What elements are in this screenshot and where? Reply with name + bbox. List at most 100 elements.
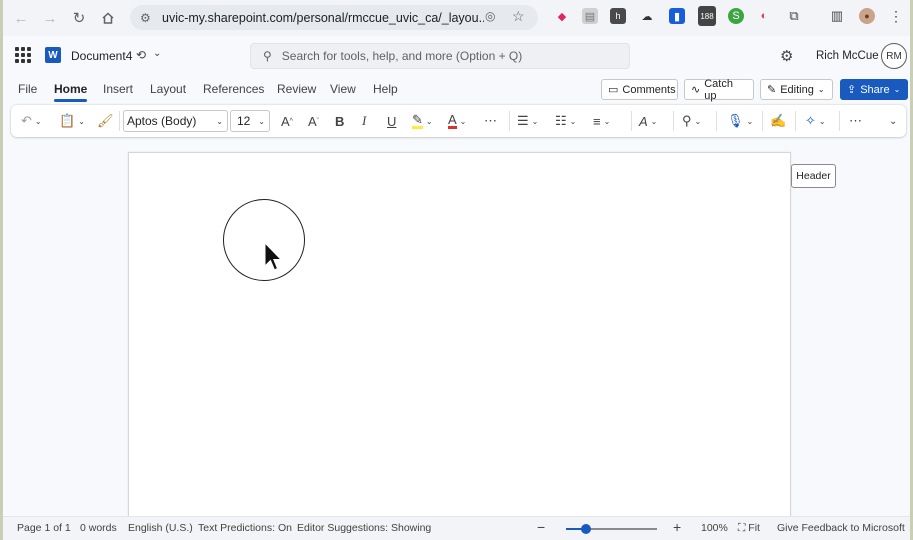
reload-icon[interactable]: ↻ [65, 4, 93, 32]
zoom-out-button[interactable]: − [537, 519, 545, 535]
address-bar[interactable]: ⚙ uvic-my.sharepoint.com/personal/rmccue… [130, 5, 538, 30]
bullets-icon[interactable]: ☰ ⌄ [517, 112, 538, 130]
browser-window: ← → ↻ ⚙ uvic-my.sharepoint.com/personal/… [0, 0, 913, 540]
document-page[interactable] [128, 152, 791, 522]
calendar-ext-icon[interactable]: 188 [698, 6, 716, 26]
avatar[interactable]: RM [881, 43, 907, 69]
ribbon-tabs: File Home Insert Layout References Revie… [3, 76, 910, 102]
catch-up-label: Catch up [704, 77, 733, 102]
tab-references[interactable]: References [203, 82, 264, 96]
format-painter-icon[interactable]: 🖌 [97, 112, 114, 130]
undo-icon[interactable]: ↶ ⌄ [21, 112, 42, 130]
text-predictions-status[interactable]: Text Predictions: On [198, 522, 292, 534]
tab-insert[interactable]: Insert [103, 82, 133, 96]
search-box[interactable]: ⚲ Search for tools, help, and more (Opti… [250, 43, 630, 69]
pulse-icon: ∿ [691, 84, 701, 96]
zoom-level[interactable]: 100% [701, 522, 728, 534]
sync-status-icon[interactable]: ⟲ [136, 48, 146, 62]
font-size-select[interactable]: 12 ⌄ [230, 110, 270, 132]
catch-up-button[interactable]: ∿ Catch up [684, 77, 754, 102]
grammar-ext-icon[interactable]: S [728, 8, 744, 24]
divider [839, 111, 840, 131]
styles-icon[interactable]: A ⌄ [639, 112, 657, 130]
word-count[interactable]: 0 words [80, 522, 117, 534]
tab-help[interactable]: Help [373, 82, 398, 96]
share-label: Share [860, 83, 890, 96]
document-name[interactable]: Document4 [71, 49, 132, 63]
url-text: uvic-my.sharepoint.com/personal/rmccue_u… [162, 10, 484, 25]
puzzle-icon[interactable]: ⧉ [786, 8, 802, 24]
eye-off-icon[interactable]: ◎ [485, 9, 495, 23]
user-name[interactable]: Rich McCue [816, 50, 879, 62]
dictate-microphone-icon[interactable]: 🎙 ⌄ [727, 112, 753, 130]
forward-icon[interactable]: → [36, 4, 64, 32]
fit-icon: ⛶ [738, 522, 746, 534]
chevron-down-icon: ⌄ [258, 117, 265, 126]
divider [795, 111, 796, 131]
header-tooltip: Header [791, 164, 836, 188]
home-icon[interactable] [94, 4, 122, 32]
tab-layout[interactable]: Layout [150, 82, 186, 96]
cloud-icon[interactable]: ☁ [639, 8, 655, 24]
divider [673, 111, 674, 131]
back-icon[interactable]: ← [7, 4, 35, 32]
comments-button[interactable]: ▭ Comments [601, 79, 678, 100]
feedback-link[interactable]: Give Feedback to Microsoft [777, 522, 905, 534]
italic-button[interactable]: I [362, 112, 366, 130]
pencil-icon: ✎ [767, 84, 777, 96]
more-vertical-icon[interactable]: ⋮ [888, 8, 904, 24]
profile-photo-icon[interactable]: ● [859, 8, 875, 24]
share-button[interactable]: ⇪ Share ⌄ [840, 79, 908, 100]
editing-label: Editing [780, 83, 814, 96]
more-horizontal-icon[interactable]: ⋯ [484, 112, 497, 130]
chevron-down-icon[interactable]: ⌄ [153, 48, 161, 59]
video-ext-icon[interactable]: ◐ [756, 8, 772, 24]
tab-review[interactable]: Review [277, 82, 316, 96]
font-family-select[interactable]: Aptos (Body) ⌄ [123, 110, 228, 132]
bitwarden-icon[interactable]: ▮ [669, 8, 685, 24]
pocket-icon[interactable]: ◆ [554, 8, 570, 24]
editing-mode-button[interactable]: ✎ Editing ⌄ [760, 79, 833, 100]
zoom-slider[interactable] [566, 524, 657, 534]
comments-label: Comments [622, 83, 676, 96]
sidebar-icon[interactable]: ▥ [829, 8, 845, 24]
hypothesis-icon[interactable]: h [610, 8, 626, 24]
editor-icon[interactable]: ✍ [770, 112, 786, 130]
editor-suggestions-status[interactable]: Editor Suggestions: Showing [297, 522, 431, 534]
paste-icon[interactable]: 📋 ⌄ [59, 112, 85, 130]
site-settings-icon[interactable]: ⚙ [140, 11, 156, 25]
copilot-wand-icon[interactable]: ✧ ⌄ [805, 112, 826, 130]
shrink-font-icon[interactable]: Aˇ [308, 112, 319, 130]
browser-toolbar: ← → ↻ ⚙ uvic-my.sharepoint.com/personal/… [3, 0, 910, 36]
font-color-icon[interactable]: A ⌄ [448, 112, 466, 130]
numbering-icon[interactable]: ☷ ⌄ [555, 112, 576, 130]
underline-button[interactable]: U [387, 112, 396, 130]
find-icon[interactable]: ⚲ ⌄ [682, 112, 701, 130]
zoom-slider-handle[interactable] [581, 524, 591, 534]
bold-button[interactable]: B [335, 112, 344, 130]
more-horizontal-icon[interactable]: ⋯ [849, 112, 862, 130]
tab-home[interactable]: Home [54, 82, 88, 102]
document-canvas: Header [3, 140, 910, 522]
search-placeholder: Search for tools, help, and more (Option… [281, 49, 523, 63]
collapse-ribbon-icon[interactable]: ⌄ [889, 112, 897, 130]
fit-button[interactable]: ⛶ Fit [738, 522, 760, 535]
chevron-down-icon: ⌄ [817, 85, 825, 94]
divider [762, 111, 763, 131]
comment-icon: ▭ [608, 84, 619, 96]
grow-font-icon[interactable]: A ^ [281, 112, 293, 130]
page-count[interactable]: Page 1 of 1 [17, 522, 71, 534]
tab-view[interactable]: View [330, 82, 356, 96]
bookmark-star-icon[interactable]: ☆ [512, 8, 525, 25]
align-icon[interactable]: ≡ ⌄ [593, 112, 610, 130]
tab-file[interactable]: File [18, 82, 37, 96]
zoom-in-button[interactable]: + [673, 519, 681, 535]
mouse-pointer-icon [264, 242, 282, 271]
document-ext-icon[interactable]: ▤ [582, 8, 598, 24]
settings-gear-icon[interactable]: ⚙ [780, 47, 793, 65]
divider [716, 111, 717, 131]
highlight-icon[interactable]: ✎ ⌄ [412, 112, 433, 130]
font-size-value: 12 [237, 114, 251, 128]
app-launcher-icon[interactable] [15, 47, 31, 63]
language-status[interactable]: English (U.S.) [128, 522, 193, 534]
